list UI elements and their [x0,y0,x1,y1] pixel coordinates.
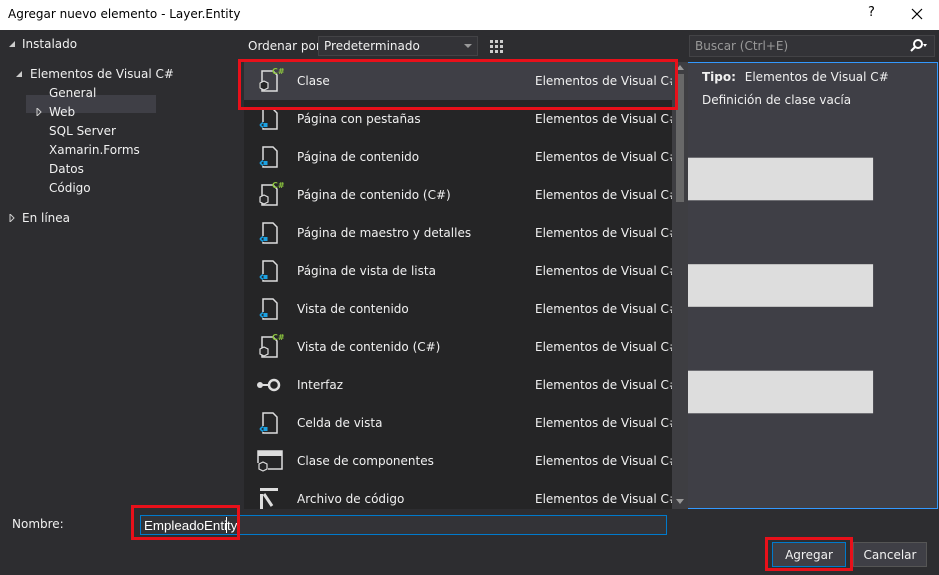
scroll-down-icon[interactable] [676,499,684,504]
list-item[interactable]: Página de maestro y detalles Elementos de… [244,214,672,252]
list-item[interactable]: Página de vista de lista Elementos de Vis… [244,252,672,290]
item-list[interactable]: C# Clase Elementos de Visual C# Página con … [244,62,672,509]
item-category: Elementos de Visual C# [535,264,672,278]
tree-item-web[interactable]: Web [49,105,75,119]
search-input[interactable]: Buscar (Ctrl+E) [689,35,935,57]
details-type-label: Tipo: [702,70,736,84]
item-category: Elementos de Visual C# [535,74,672,88]
item-name: Vista de contenido (C#) [297,340,441,354]
item-category: Elementos de Visual C# [535,340,672,354]
item-category: Elementos de Visual C# [535,302,672,316]
help-button[interactable]: ? [868,5,875,20]
class-cs-icon: C# [254,180,285,210]
sort-dropdown[interactable]: Predeterminado [318,36,478,56]
item-name: Celda de vista [297,416,383,430]
collapsed-arrow-icon[interactable] [8,214,16,222]
tree-item-xamarin-forms[interactable]: Xamarin.Forms [49,143,140,157]
list-item[interactable]: Interfaz Elementos de Visual C# [244,366,672,404]
window-title: Agregar nuevo elemento - Layer.Entity [8,7,241,21]
class-cs-icon: C# [254,332,285,362]
item-category: Elementos de Visual C# [535,150,672,164]
item-name: Vista de contenido [297,302,409,316]
item-name: Interfaz [297,378,344,392]
item-name: Archivo de código [297,492,405,506]
list-scrollbar[interactable] [672,62,688,509]
close-icon[interactable] [906,3,928,25]
list-item[interactable]: Celda de vista Elementos de Visual C# [244,404,672,442]
scroll-up-icon[interactable] [676,65,684,70]
code-file-icon [254,484,284,509]
xaml-page-icon [254,104,284,134]
details-type: Tipo: Elementos de Visual C# [702,70,889,84]
chevron-down-icon [464,44,472,48]
item-name: Página con pestañas [297,112,421,126]
list-item[interactable]: C# Clase Elementos de Visual C# [244,62,672,100]
grid-view-icon[interactable] [486,36,506,56]
item-category: Elementos de Visual C# [535,226,672,240]
xaml-page-icon [254,142,284,172]
tree-item-sql-server[interactable]: SQL Server [49,124,116,138]
cancel-button[interactable]: Cancelar [853,542,927,567]
title-bar: Agregar nuevo elemento - Layer.Entity ? [0,0,939,30]
item-category: Elementos de Visual C# [535,188,672,202]
xaml-page-icon [254,294,284,324]
item-name: Clase de componentes [297,454,434,468]
add-button[interactable]: Agregar [772,542,846,567]
search-icon[interactable] [908,39,928,53]
search-placeholder: Buscar (Ctrl+E) [695,39,789,53]
list-item[interactable]: Clase de componentes Elementos de Visual … [244,442,672,480]
item-name: Página de contenido [297,150,420,164]
component-class-icon [254,446,284,476]
text-caret [226,517,227,533]
tree-item-online[interactable]: En línea [22,211,70,225]
item-name: Clase [297,74,330,88]
tree-item-datos[interactable]: Datos [49,162,84,176]
sort-value: Predeterminado [324,39,420,53]
svg-text:C#: C# [272,333,284,342]
name-label: Nombre: [12,517,64,531]
tree-item-general[interactable]: General [49,86,96,100]
tree-item-installed[interactable]: Instalado [22,37,77,51]
list-item[interactable]: C# Vista de contenido (C#) Elementos de Vi… [244,328,672,366]
tree-item-visual-cs[interactable]: Elementos de Visual C# [30,67,174,81]
tree-item-codigo[interactable]: Código [49,181,91,195]
xaml-page-icon [254,408,284,438]
item-category: Elementos de Visual C# [535,112,672,126]
details-type-value: Elementos de Visual C# [744,70,889,84]
item-category: Elementos de Visual C# [535,416,672,430]
xaml-page-icon [254,218,284,248]
list-item[interactable]: C# Página de contenido (C#) Elementos de V… [244,176,672,214]
interface-icon [254,370,284,400]
svg-text:C#: C# [272,67,284,76]
list-item[interactable]: Página de contenido Elementos de Visual C… [244,138,672,176]
item-name: Página de contenido (C#) [297,188,451,202]
list-item[interactable]: Archivo de código Elementos de Visual C# [244,480,672,509]
xaml-page-icon [254,256,284,286]
class-cs-icon: C# [254,66,285,96]
details-description: Definición de clase vacía [702,93,852,107]
scroll-thumb[interactable] [676,74,684,202]
svg-text:C#: C# [272,181,284,190]
name-input[interactable] [140,515,667,535]
item-category: Elementos de Visual C# [535,378,672,392]
item-name: Página de maestro y detalles [297,226,472,240]
expanded-arrow-icon[interactable] [15,70,23,78]
collapsed-arrow-icon[interactable] [35,108,43,116]
expanded-arrow-icon[interactable] [8,40,16,48]
sort-label: Ordenar por: [248,39,325,53]
list-item[interactable]: Página con pestañas Elementos de Visual C… [244,100,672,138]
item-name: Página de vista de lista [297,264,436,278]
item-category: Elementos de Visual C# [535,454,672,468]
list-item[interactable]: Vista de contenido Elementos de Visual C# [244,290,672,328]
item-category: Elementos de Visual C# [535,492,672,506]
template-tree: Instalado Elementos de Visual C# General… [0,30,240,505]
